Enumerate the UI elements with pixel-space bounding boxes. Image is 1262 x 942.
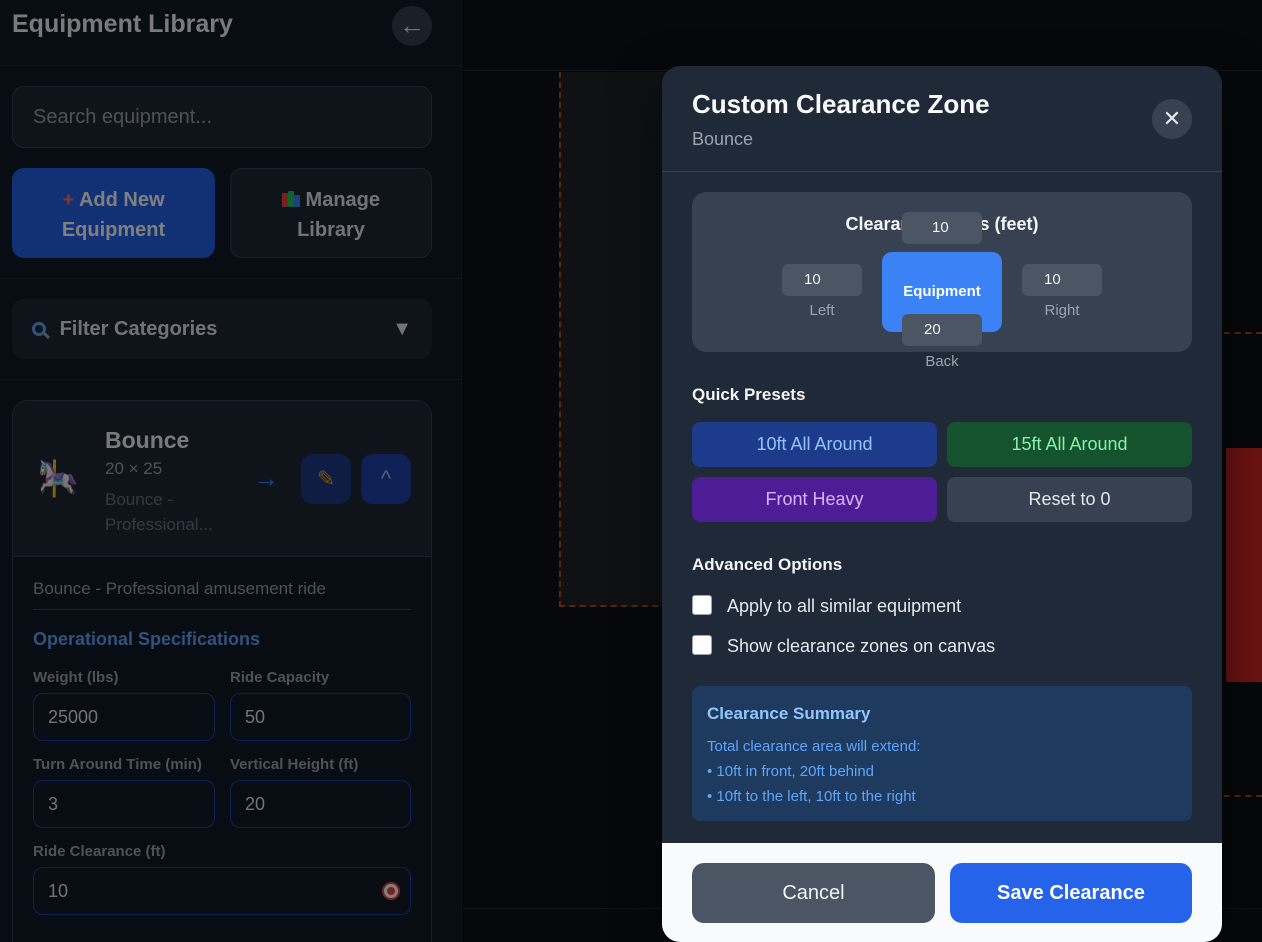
preset-reset-button[interactable]: Reset to 0 [947, 477, 1192, 522]
clearance-diagram: Clearance Zones (feet) 10 10 Left Equipm… [692, 192, 1192, 370]
modal-header: Custom Clearance Zone Bounce ✕ [662, 66, 1222, 172]
left-clearance-input[interactable]: 10 [782, 264, 862, 296]
summary-intro: Total clearance area will extend: [707, 738, 921, 755]
right-clearance-input[interactable]: 10 [1022, 264, 1102, 296]
close-icon[interactable]: ✕ [1152, 99, 1192, 139]
show-zones-label[interactable]: Show clearance zones on canvas [727, 636, 995, 657]
modal-title: Custom Clearance Zone [692, 89, 990, 119]
advanced-title: Advanced Options [692, 555, 843, 574]
summary-line: • 10ft to the left, 10ft to the right [707, 788, 916, 805]
apply-similar-label[interactable]: Apply to all similar equipment [727, 596, 961, 617]
summary-line: • 10ft in front, 20ft behind [707, 763, 875, 780]
clearance-modal: Custom Clearance Zone Bounce ✕ Clearance… [662, 66, 1222, 942]
preset-15ft-button[interactable]: 15ft All Around [947, 422, 1192, 467]
clearance-summary: Clearance Summary Total clearance area w… [692, 686, 1192, 821]
presets-title: Quick Presets [692, 385, 806, 404]
cancel-button[interactable]: Cancel [692, 863, 935, 923]
summary-title: Clearance Summary [707, 704, 871, 723]
preset-10ft-button[interactable]: 10ft All Around [692, 422, 937, 467]
preset-front-heavy-button[interactable]: Front Heavy [692, 477, 937, 522]
left-label: Left [809, 302, 835, 319]
right-label: Right [1044, 302, 1080, 319]
modal-subtitle: Bounce [692, 129, 754, 149]
apply-similar-checkbox[interactable] [692, 595, 712, 615]
front-clearance-input[interactable]: 10 [902, 212, 982, 244]
back-clearance-input[interactable]: 20 [902, 314, 982, 346]
save-clearance-button[interactable]: Save Clearance [950, 863, 1192, 923]
modal-footer: Cancel Save Clearance [662, 843, 1222, 942]
back-label: Back [925, 353, 959, 370]
show-zones-checkbox[interactable] [692, 635, 712, 655]
